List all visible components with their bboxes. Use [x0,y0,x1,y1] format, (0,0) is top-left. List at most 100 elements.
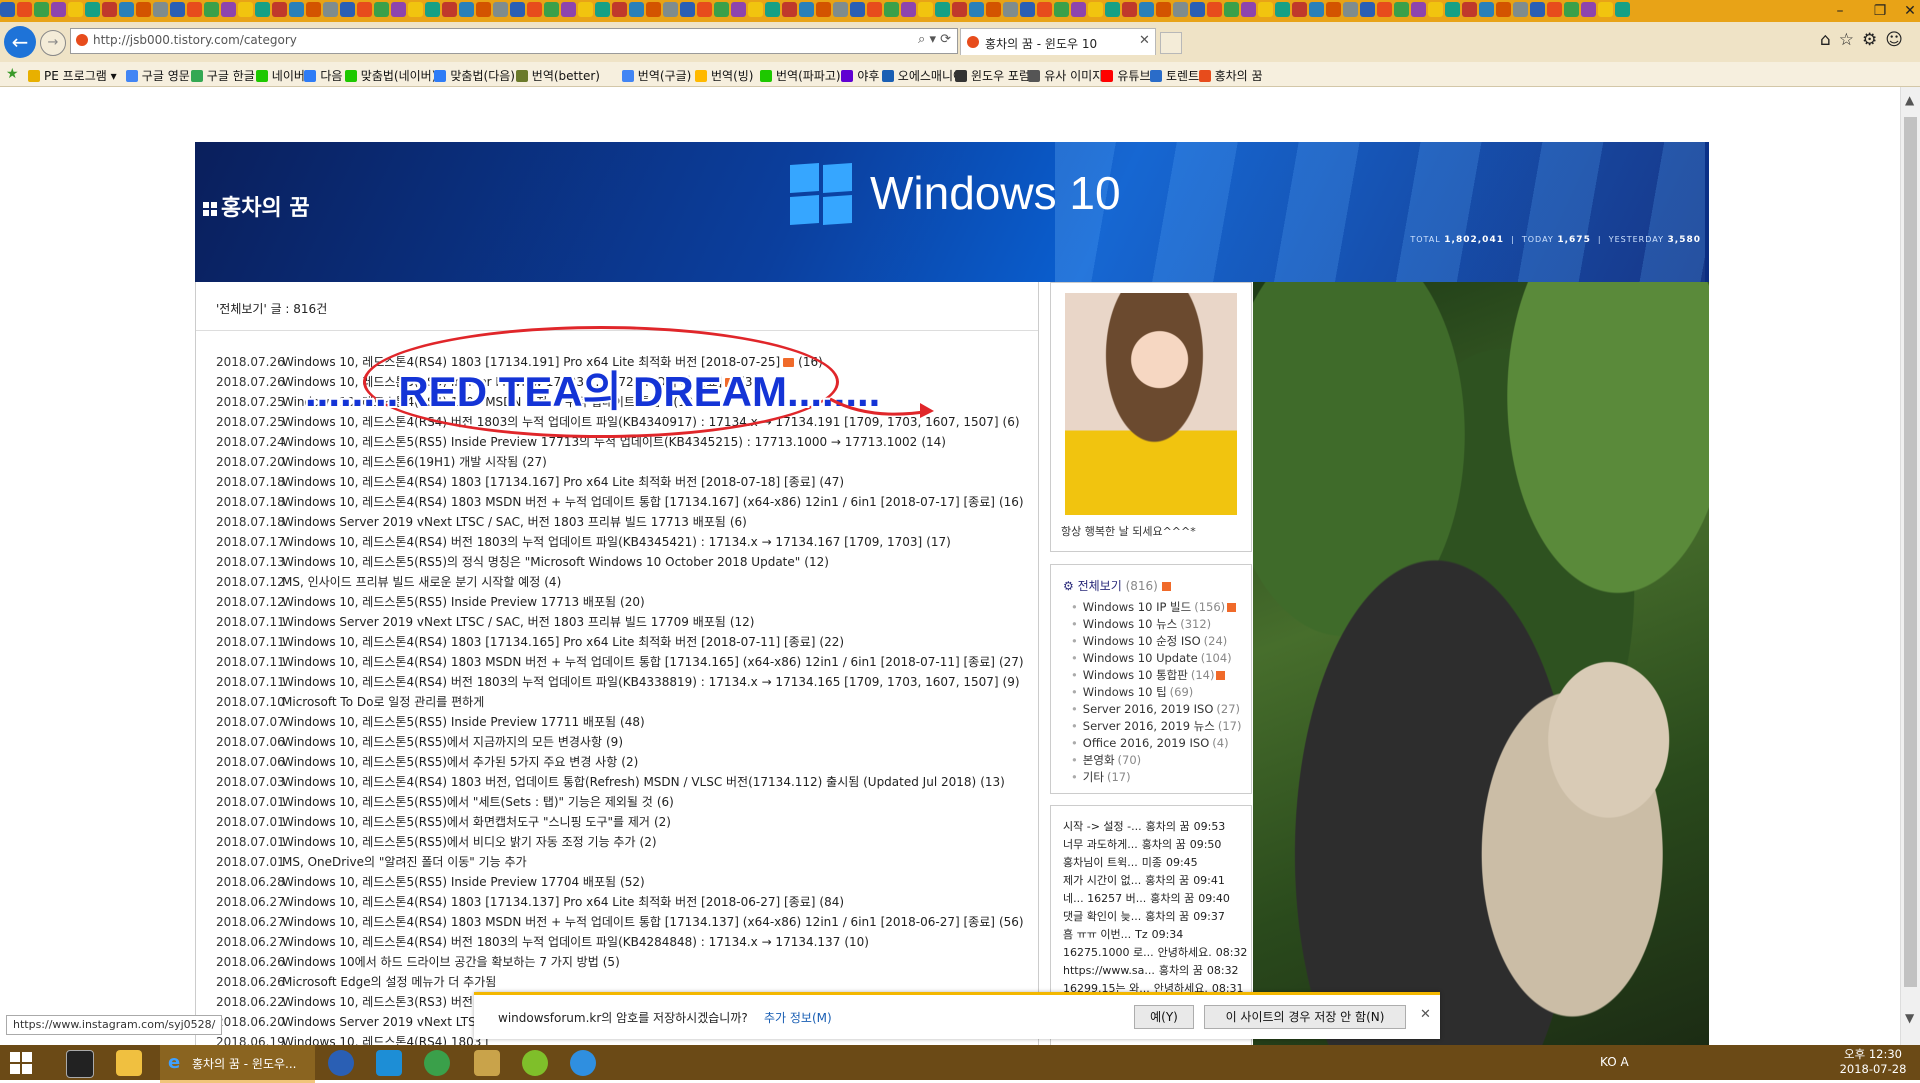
toolbar-app-icon[interactable] [136,2,151,17]
never-save-button[interactable]: 이 사이트의 경우 저장 안 함(N) [1204,1005,1406,1029]
recent-comment[interactable]: 너무 과도하게... 홍차의 꿈 09:50 [1063,836,1248,854]
toolbar-app-icon[interactable] [1020,2,1035,17]
toolbar-app-icon[interactable] [595,2,610,17]
post-row[interactable]: 2018.07.17Windows 10, 레드스톤4(RS4) 버전 1803… [216,532,1016,552]
category-item[interactable]: • 기타 (17) [1071,769,1246,786]
toolbar-app-icon[interactable] [918,2,933,17]
favorite-link[interactable]: PE 프로그램 ▾ [28,67,117,83]
favorite-link[interactable]: 번역(better) [515,67,600,83]
post-title-link[interactable]: Windows 10, 레드스톤4(RS4) 1803 MSDN 버전 + 누적… [282,495,995,509]
toolbar-app-icon[interactable] [391,2,406,17]
toolbar-app-icon[interactable] [1615,2,1630,17]
post-title-link[interactable]: Microsoft Edge의 설정 메뉴가 더 추가됨 [282,975,496,989]
toolbar-app-icon[interactable] [408,2,423,17]
favorite-link[interactable]: 유사 이미지 [1028,67,1103,83]
post-row[interactable]: 2018.07.06Windows 10, 레드스톤5(RS5)에서 추가된 5… [216,752,1016,772]
post-row[interactable]: 2018.06.26Microsoft Edge의 설정 메뉴가 더 추가됨 [216,972,1016,992]
category-item[interactable]: • Windows 10 뉴스 (312) [1071,616,1246,633]
favorite-link[interactable]: 네이버 [255,67,305,83]
favorite-link[interactable]: 번역(파파고) [760,67,841,83]
toolbar-app-icon[interactable] [1598,2,1613,17]
recent-comment[interactable]: 네... 16257 버... 홍차의 꿈 09:40 [1063,890,1248,908]
toolbar-app-icon[interactable] [1394,2,1409,17]
post-row[interactable]: 2018.07.11Windows 10, 레드스톤4(RS4) 버전 1803… [216,672,1020,692]
post-title-link[interactable]: Windows 10, 레드스톤4(RS4) 1803 MSDN 버전 + 누적… [282,655,995,669]
toolbar-app-icon[interactable] [272,2,287,17]
toolbar-app-icon[interactable] [986,2,1001,17]
post-row[interactable]: 2018.06.27Windows 10, 레드스톤4(RS4) 1803 MS… [216,912,1024,932]
start-button[interactable] [10,1052,32,1074]
scroll-thumb[interactable] [1904,117,1917,987]
toolbar-app-icon[interactable] [714,2,729,17]
post-title-link[interactable]: MS, OneDrive의 "알려진 폴더 이동" 기능 추가 [282,855,527,869]
toolbar-app-icon[interactable] [1190,2,1205,17]
toolbar-app-icon[interactable] [935,2,950,17]
new-tab-button[interactable] [1160,32,1182,54]
post-title-link[interactable]: Windows Server 2019 vNext LTSC / SAC, 버전… [282,615,726,629]
tab-close-icon[interactable]: ✕ [1139,33,1150,48]
toolbar-app-icon[interactable] [799,2,814,17]
post-row[interactable]: 2018.07.07Windows 10, 레드스톤5(RS5) Inside … [216,712,1016,732]
toolbar-app-icon[interactable] [578,2,593,17]
sync-icon[interactable] [570,1050,596,1076]
post-title-link[interactable]: MS, 인사이드 프리뷰 빌드 새로운 분기 시작할 예정 [282,575,540,589]
toolbar-app-icon[interactable] [357,2,372,17]
back-button[interactable]: ← [4,26,36,58]
forward-button[interactable]: → [40,30,66,56]
category-item[interactable]: • Windows 10 통합판 (14) [1071,667,1246,684]
post-title-link[interactable]: Windows 10, 레드스톤4(RS4) 1803 [17134.167] … [282,475,815,489]
post-title-link[interactable]: Windows 10, 레드스톤4(RS4) 1803 [17134.165] … [282,635,815,649]
recent-comment[interactable]: 시작 -> 설정 -... 홍차의 꿈 09:53 [1063,818,1248,836]
leaf-app-icon[interactable] [522,1050,548,1076]
category-item[interactable]: • 본영화 (70) [1071,752,1246,769]
toolbar-app-icon[interactable] [1326,2,1341,17]
category-item[interactable]: • Server 2016, 2019 뉴스 (17) [1071,718,1246,735]
search-refresh-icons[interactable]: ⌕ ▾ ⟳ [918,32,951,47]
favorite-link[interactable]: 야후 [841,67,879,83]
favorite-link[interactable]: 맞춤법(다음) [434,67,515,83]
toolbar-app-icon[interactable] [1496,2,1511,17]
recent-comment[interactable]: 홍차님이 트윅... 미종 09:45 [1063,854,1248,872]
toolbar-app-icon[interactable] [629,2,644,17]
toolbar-app-icon[interactable] [119,2,134,17]
app-a-icon[interactable] [328,1050,354,1076]
toolbar-app-icon[interactable] [255,2,270,17]
category-item[interactable]: • Windows 10 IP 빌드 (156) [1071,599,1246,616]
toolbar-app-icon[interactable] [289,2,304,17]
toolbar-app-icon[interactable] [1445,2,1460,17]
category-item[interactable]: • Windows 10 순정 ISO (24) [1071,633,1246,650]
archive-icon[interactable] [474,1050,500,1076]
toolbar-app-icon[interactable] [1241,2,1256,17]
post-row[interactable]: 2018.06.26Windows 10에서 하드 드라이브 공간을 확보하는 … [216,952,1016,972]
favorite-link[interactable]: 유튜브 [1101,67,1151,83]
post-title-link[interactable]: Windows Server 2019 vNext LTSC / S [282,1015,503,1029]
toolbar-app-icon[interactable] [748,2,763,17]
system-tray[interactable]: KO A [1600,1055,1629,1069]
post-row[interactable]: 2018.07.18Windows 10, 레드스톤4(RS4) 1803 [1… [216,472,1016,492]
toolbar-app-icon[interactable] [0,2,15,17]
post-row[interactable]: 2018.07.01Windows 10, 레드스톤5(RS5)에서 화면캡처도… [216,812,1016,832]
toolbar-app-icon[interactable] [238,2,253,17]
browser-app-icon[interactable] [424,1050,450,1076]
side-photo[interactable] [1253,282,1709,1045]
taskbar-ie-window[interactable]: e 홍차의 꿈 - 윈도우... [160,1045,315,1083]
recent-comment[interactable]: 제가 시간이 없... 홍차의 꿈 09:41 [1063,872,1248,890]
post-row[interactable]: 2018.07.01MS, OneDrive의 "알려진 폴더 이동" 기능 추… [216,852,1016,872]
post-title-link[interactable]: Windows 10, 레드스톤5(RS5)에서 비디오 밝기 자동 조정 기능… [282,835,636,849]
post-title-link[interactable]: Windows 10, 레드스톤5(RS5)에서 추가된 5가지 주요 변경 사… [282,755,617,769]
favorite-link[interactable]: 번역(구글) [621,67,691,83]
toolbar-app-icon[interactable] [561,2,576,17]
minimize-button[interactable]: – [1820,2,1860,20]
toolbar-app-icon[interactable] [1122,2,1137,17]
favorite-link[interactable]: 홍차의 꿈 [1198,67,1263,83]
toolbar-app-icon[interactable] [1411,2,1426,17]
toolbar-app-icon[interactable] [1037,2,1052,17]
recent-comment[interactable]: 흠 ㅠㅠ 이번... Tz 09:34 [1063,926,1248,944]
toolbar-app-icon[interactable] [374,2,389,17]
toolbar-app-icon[interactable] [187,2,202,17]
post-row[interactable]: 2018.07.11Windows 10, 레드스톤4(RS4) 1803 [1… [216,632,1016,652]
post-title-link[interactable]: Windows 10, 레드스톤5(RS5) Inside Preview 17… [282,875,616,889]
close-window-button[interactable]: ✕ [1890,2,1920,20]
category-item[interactable]: • Windows 10 Update (104) [1071,650,1246,667]
blog-title[interactable]: 홍차의 꿈 [203,190,310,222]
